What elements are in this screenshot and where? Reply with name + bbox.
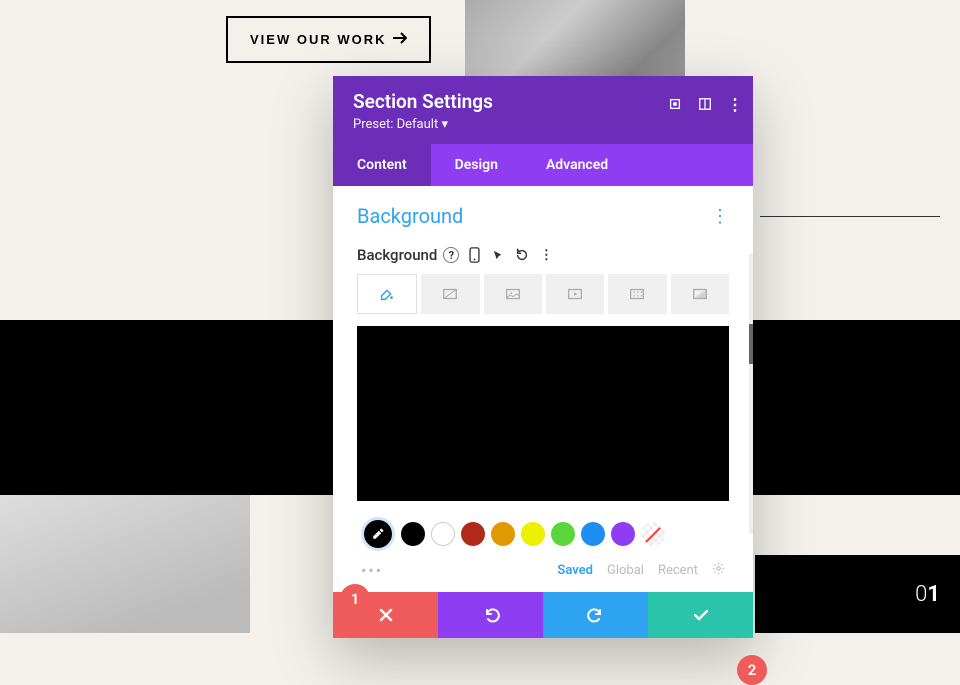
bg-tab-gradient[interactable] [421,274,479,314]
bg-tab-video[interactable] [546,274,604,314]
swatch-row [357,517,729,551]
swatch-green[interactable] [551,522,575,546]
help-icon[interactable]: ? [443,247,459,263]
swatch-blue[interactable] [581,522,605,546]
kebab-menu-icon[interactable]: ⋮ [727,96,743,112]
bg-tab-pattern[interactable] [608,274,666,314]
arrow-right-icon [393,32,407,47]
swatch-settings-gear-icon[interactable] [712,562,725,579]
annotation-badge-2: 2 [737,655,767,685]
background-type-tabs [357,274,729,314]
bg-tab-color[interactable] [357,274,417,314]
accordion-menu-icon[interactable]: ⋮ [711,206,729,227]
field-label: Background [357,246,437,264]
undo-button[interactable] [438,592,543,638]
modal-action-bar [333,592,753,638]
swatch-orange[interactable] [491,522,515,546]
panel-body: Background ⋮ Background ? ⋮ [333,186,753,592]
swatch-tab-global[interactable]: Global [607,563,644,578]
swatch-transparent[interactable] [641,522,665,546]
field-menu-icon[interactable]: ⋮ [537,246,555,264]
tab-bar: Content Design Advanced [333,144,753,186]
swatch-black[interactable] [401,522,425,546]
section-settings-modal: Section Settings Preset: Default ▾ ⋮ Con… [333,76,753,638]
swatch-yellow[interactable] [521,522,545,546]
divider-line [760,216,940,217]
tab-advanced[interactable]: Advanced [522,144,632,186]
mobile-icon[interactable] [465,246,483,264]
modal-header: Section Settings Preset: Default ▾ ⋮ [333,76,753,144]
swatch-purple[interactable] [611,522,635,546]
tab-design[interactable]: Design [431,144,522,186]
swatch-white[interactable] [431,522,455,546]
caret-down-icon: ▾ [441,117,448,132]
panel-scrollbar[interactable] [749,254,753,534]
hover-cursor-icon[interactable] [489,246,507,264]
reset-icon[interactable] [513,246,531,264]
redo-button[interactable] [543,592,648,638]
panel-layout-icon[interactable] [697,96,713,112]
swatch-darkred[interactable] [461,522,485,546]
view-our-work-button[interactable]: VIEW OUR WORK [226,16,431,63]
expand-icon[interactable] [667,96,683,112]
save-button[interactable] [648,592,753,638]
more-swatches-icon[interactable]: ••• [361,561,383,580]
bg-tab-mask[interactable] [671,274,729,314]
tab-content[interactable]: Content [333,144,431,186]
annotation-badge-1: 1 [340,584,370,614]
swatch-tab-saved[interactable]: Saved [557,563,593,578]
scrollbar-thumb[interactable] [749,324,753,364]
slide-counter: 01 [755,555,960,633]
room-image [0,495,250,633]
cta-label: VIEW OUR WORK [250,32,387,47]
swatch-tab-recent[interactable]: Recent [658,563,698,578]
preset-dropdown[interactable]: Preset: Default ▾ [353,117,733,132]
color-preview[interactable] [357,326,729,501]
bg-tab-image[interactable] [484,274,542,314]
accordion-title[interactable]: Background [357,204,463,228]
eyedropper-swatch[interactable] [361,517,395,551]
